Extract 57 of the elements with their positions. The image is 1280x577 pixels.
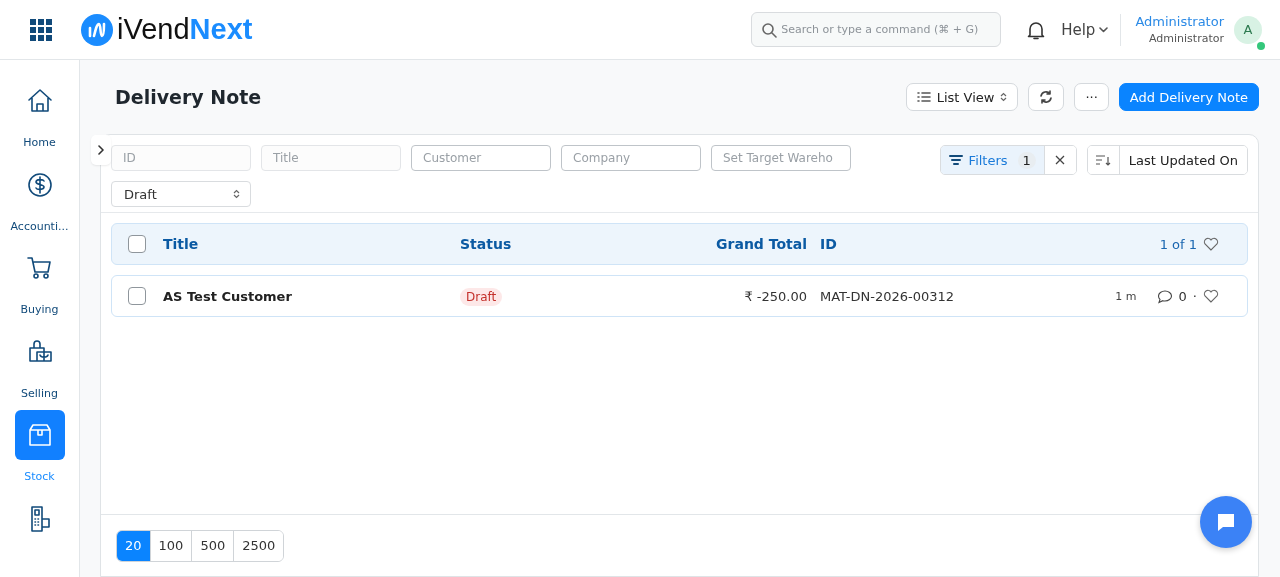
- modified-time: 1 m: [1115, 289, 1137, 303]
- sidebar-label[interactable]: Home: [23, 136, 56, 149]
- search-icon: [761, 22, 778, 38]
- heart-icon[interactable]: [1203, 237, 1219, 251]
- status-tag: Draft: [460, 287, 503, 306]
- list-icon: [916, 90, 931, 104]
- filter-count: 1: [1017, 151, 1036, 169]
- filter-field[interactable]: Title: [261, 145, 401, 171]
- comment-count: 0: [1178, 288, 1187, 304]
- sidebar-toggle-button[interactable]: [91, 135, 111, 165]
- column-header[interactable]: Title: [163, 236, 460, 252]
- column-header[interactable]: Status: [460, 236, 660, 252]
- user-role: Administrator: [1148, 30, 1224, 47]
- filter-icon: [948, 154, 963, 166]
- separator-dot: ·: [1192, 288, 1197, 304]
- sidebar-label[interactable]: Accounti...: [10, 219, 69, 233]
- filter-field[interactable]: Customer: [411, 145, 551, 171]
- comment-icon: [1156, 288, 1173, 304]
- page-size-button[interactable]: 20: [117, 530, 150, 561]
- apps-menu-icon[interactable]: [29, 17, 53, 42]
- status-select[interactable]: Draft: [111, 181, 251, 207]
- filter-field[interactable]: Company: [561, 145, 701, 171]
- user-avatar[interactable]: A: [1234, 15, 1262, 44]
- amount-cell-text: ₹ -250.00: [743, 288, 807, 304]
- add-delivery-note-button[interactable]: Add Delivery Note: [1118, 83, 1259, 111]
- close-icon: [1055, 155, 1066, 165]
- column-header[interactable]: Grand Total: [660, 236, 807, 252]
- logo-icon: [81, 13, 113, 46]
- search-field[interactable]: Search or type a command (⌘ + G): [751, 12, 1002, 47]
- chevron-right-icon: [96, 145, 106, 155]
- brand-name: iVendNext: [117, 13, 253, 46]
- sidebar-label[interactable]: Stock: [24, 470, 55, 483]
- filter-field[interactable]: Set Target Wareho: [711, 145, 851, 171]
- row-checkbox[interactable]: [128, 287, 146, 305]
- sort-icon: [1095, 153, 1112, 167]
- heart-icon[interactable]: [1203, 289, 1219, 303]
- list-row[interactable]: AS Test Customer Draft ₹ -250.00 MAT-DN-2026-00312 1 m 0 ·: [111, 275, 1248, 317]
- sidebar-label[interactable]: Selling: [21, 386, 58, 400]
- more-button[interactable]: ···: [1074, 83, 1109, 111]
- id-cell-text: MAT-DN-2026-00312: [820, 288, 956, 304]
- updown-icon: [233, 189, 240, 199]
- title-cell[interactable]: AS Test Customer: [163, 288, 460, 304]
- refresh-icon: [1039, 90, 1054, 104]
- select-all-checkbox[interactable]: [128, 235, 146, 253]
- result-count: 1 of 1: [1159, 236, 1197, 252]
- updown-icon: [1000, 90, 1008, 104]
- refresh-button[interactable]: [1028, 83, 1065, 111]
- page-title: Delivery Note: [115, 86, 263, 108]
- sidebar-label[interactable]: Buying: [20, 303, 59, 316]
- column-header[interactable]: ID: [820, 236, 1020, 252]
- user-name[interactable]: Administrator: [1135, 12, 1224, 30]
- list-view-button[interactable]: List View: [905, 83, 1019, 111]
- help-menu[interactable]: Help: [1061, 20, 1109, 39]
- caret-icon: [1099, 26, 1109, 33]
- page-size-button[interactable]: 2500: [233, 530, 284, 561]
- filter-field[interactable]: ID: [111, 145, 251, 171]
- filters-button[interactable]: Filters 1: [940, 146, 1044, 174]
